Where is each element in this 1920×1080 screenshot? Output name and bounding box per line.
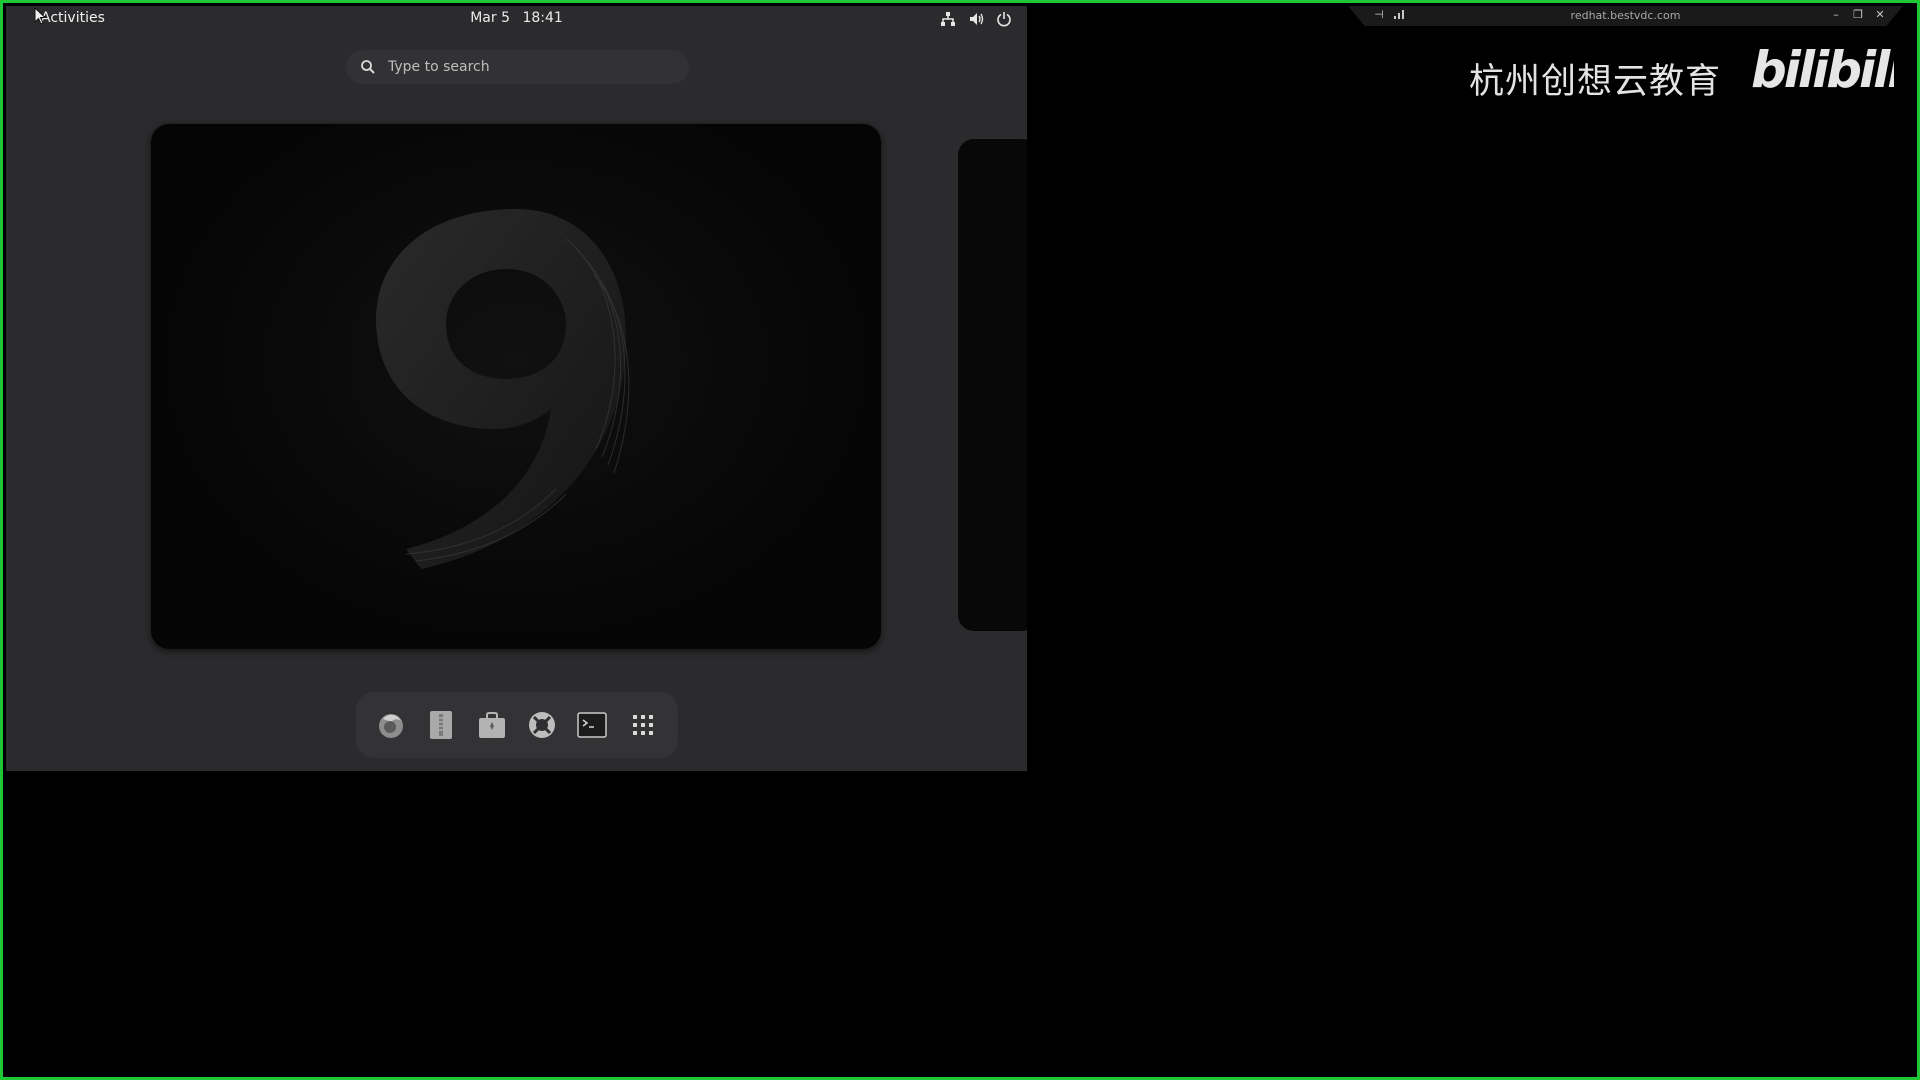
software-icon bbox=[478, 712, 505, 738]
watermark: 杭州创想云教育 bilibili bbox=[1465, 35, 1895, 105]
app-grid-icon bbox=[632, 715, 653, 735]
screen-frame: Activities Mar 5 18:41 Type to search ⊣ … bbox=[0, 0, 1920, 1080]
gnome-overview: Activities Mar 5 18:41 bbox=[6, 6, 1027, 771]
workspace-thumbnail-current[interactable] bbox=[151, 124, 881, 649]
top-bar: Activities Mar 5 18:41 bbox=[6, 6, 1027, 32]
network-icon[interactable] bbox=[939, 10, 957, 28]
dash-item-show-applications[interactable] bbox=[623, 705, 663, 745]
wallpaper-nine-logo bbox=[376, 209, 630, 569]
clock-date: Mar 5 bbox=[470, 10, 510, 26]
remote-viewer-toolbar: ⊣ redhat.bestvdc.com – ❐ ✕ bbox=[1348, 6, 1903, 26]
volume-icon[interactable] bbox=[967, 10, 985, 28]
dash-item-software[interactable] bbox=[472, 705, 512, 745]
dash-item-files[interactable] bbox=[421, 705, 461, 745]
restore-icon[interactable]: ❐ bbox=[1851, 8, 1865, 22]
power-icon[interactable] bbox=[995, 10, 1013, 28]
firefox-icon bbox=[379, 714, 404, 738]
remote-host-label: redhat.bestvdc.com bbox=[1570, 9, 1681, 22]
clock-time: 18:41 bbox=[522, 10, 563, 26]
minimize-icon[interactable]: – bbox=[1829, 8, 1843, 22]
dash bbox=[356, 692, 678, 758]
files-icon bbox=[430, 711, 453, 739]
close-icon[interactable]: ✕ bbox=[1873, 8, 1887, 22]
terminal-icon bbox=[577, 712, 608, 738]
mouse-pointer-icon bbox=[34, 7, 46, 25]
search-entry[interactable] bbox=[346, 50, 689, 84]
dash-item-terminal[interactable] bbox=[572, 705, 612, 745]
search-icon bbox=[360, 59, 376, 75]
watermark-org-text: 杭州创想云教育 bbox=[1469, 62, 1722, 102]
workspace-thumbnail-next[interactable] bbox=[958, 139, 1027, 631]
clock-button[interactable]: Mar 5 18:41 bbox=[6, 10, 1027, 26]
help-icon bbox=[529, 712, 556, 738]
dash-item-firefox[interactable] bbox=[371, 705, 411, 745]
search-input[interactable] bbox=[386, 58, 670, 76]
system-status-area[interactable] bbox=[939, 10, 1013, 28]
svg-text:bilibili: bilibili bbox=[1751, 41, 1894, 99]
bilibili-logo: bilibili bbox=[1751, 41, 1894, 99]
dash-item-help[interactable] bbox=[522, 705, 562, 745]
